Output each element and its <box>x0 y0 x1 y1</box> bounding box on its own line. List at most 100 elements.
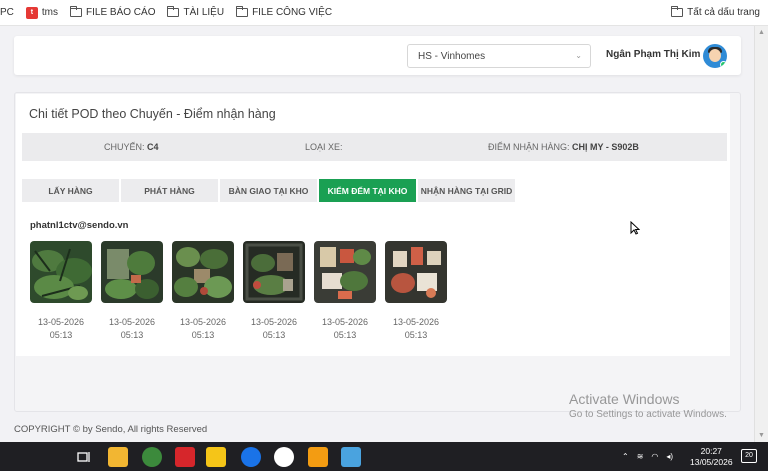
watermark-subtitle: Go to Settings to activate Windows. <box>569 409 727 420</box>
taskbar-clock[interactable]: 20:27 13/05/2026 <box>690 446 733 468</box>
info-bar: CHUYẾN: C4 LOẠI XE: ĐIỂM NHẬN HÀNG: CHỊ … <box>22 133 727 161</box>
photo-date: 13-05-2026 <box>37 317 85 327</box>
tab-phat-hang[interactable]: PHÁT HÀNG <box>121 179 218 202</box>
vehicle-label: LOẠI XE: <box>305 142 343 152</box>
scroll-down-icon[interactable]: ▼ <box>758 432 765 439</box>
photo-item[interactable]: 13-05-2026 05:13 <box>101 241 163 342</box>
scroll-up-icon[interactable]: ▲ <box>758 29 765 36</box>
trip-info: CHUYẾN: C4 <box>104 142 159 152</box>
photo-time: 05:13 <box>49 330 73 340</box>
task-view-icon[interactable] <box>74 447 94 467</box>
bookmark-label: tms <box>41 7 59 18</box>
site-select[interactable]: HS - Vinhomes ⌄ <box>407 44 591 68</box>
notification-count: 20 <box>745 452 753 459</box>
online-status-icon <box>720 61 727 68</box>
bookmark-label: FILE CÔNG VIỆC <box>252 7 333 18</box>
photo-item[interactable]: 13-05-2026 05:13 <box>172 241 234 342</box>
site-select-value: HS - Vinhomes <box>418 51 486 62</box>
photo-gallery: 13-05-2026 05:13 13-05-2026 05:13 13-05-… <box>30 241 447 342</box>
user-name[interactable]: Ngân Phạm Thị Kim <box>606 49 700 60</box>
uploader-email: phatnl1ctv@sendo.vn <box>30 220 129 231</box>
bookmark-label: FILE BÁO CÁO <box>86 7 156 18</box>
photo-timestamp: 13-05-2026 05:13 <box>30 316 92 342</box>
folder-icon <box>670 6 684 17</box>
photo-timestamp: 13-05-2026 05:13 <box>172 316 234 342</box>
main-card: Chi tiết POD theo Chuyến - Điểm nhận hàn… <box>14 92 741 412</box>
photo-thumbnail[interactable] <box>314 241 376 303</box>
photo-item[interactable]: 13-05-2026 05:13 <box>314 241 376 342</box>
tab-lay-hang[interactable]: LẤY HÀNG <box>22 179 119 202</box>
mouse-cursor-icon <box>630 221 640 235</box>
photo-date: 13-05-2026 <box>392 317 440 327</box>
photo-thumbnail[interactable] <box>30 241 92 303</box>
clock-date: 13/05/2026 <box>690 457 733 467</box>
photo-timestamp: 13-05-2026 05:13 <box>101 316 163 342</box>
photo-timestamp: 13-05-2026 05:13 <box>385 316 447 342</box>
bookmark-pc[interactable]: PC <box>0 7 14 18</box>
photo-item[interactable]: 13-05-2026 05:13 <box>243 241 305 342</box>
notification-center-icon[interactable]: 20 <box>741 449 757 463</box>
photo-thumbnail[interactable] <box>385 241 447 303</box>
photo-time: 05:13 <box>404 330 428 340</box>
photo-thumbnail[interactable] <box>101 241 163 303</box>
bookmarks-bar: PC t tms FILE BÁO CÁO TÀI LIỆU FILE CÔNG… <box>0 0 768 26</box>
header-card: HS - Vinhomes ⌄ Ngân Phạm Thị Kim <box>14 36 741 75</box>
bookmark-label: TÀI LIỆU <box>183 7 225 18</box>
photo-date: 13-05-2026 <box>250 317 298 327</box>
tab-ban-giao-tai-kho[interactable]: BÀN GIAO TẠI KHO <box>220 179 317 202</box>
photo-time: 05:13 <box>191 330 215 340</box>
bookmark-tai-lieu[interactable]: TÀI LIỆU <box>167 6 225 18</box>
activate-windows-watermark: Activate Windows Go to Settings to activ… <box>569 391 727 420</box>
file-explorer-icon[interactable] <box>108 447 128 467</box>
photo-item[interactable]: 13-05-2026 05:13 <box>30 241 92 342</box>
network-icon[interactable]: ≋ <box>637 452 644 461</box>
tab-kiem-dem-tai-kho[interactable]: KIỂM ĐẾM TẠI KHO <box>319 179 416 202</box>
photo-time: 05:13 <box>120 330 144 340</box>
trip-label: CHUYẾN: <box>104 142 145 152</box>
vehicle-info: LOẠI XE: <box>305 142 343 152</box>
volume-icon[interactable]: ◂) <box>666 452 673 461</box>
photo-date: 13-05-2026 <box>108 317 156 327</box>
avatar-face <box>709 49 721 62</box>
bookmark-tms[interactable]: t tms <box>25 6 59 19</box>
sticky-notes-icon[interactable] <box>206 447 226 467</box>
bookmark-file-bao-cao[interactable]: FILE BÁO CÁO <box>69 6 156 18</box>
folder-icon <box>167 6 180 17</box>
page-title: Chi tiết POD theo Chuyến - Điểm nhận hàn… <box>29 107 276 121</box>
chrome-icon[interactable] <box>142 447 162 467</box>
photo-timestamp: 13-05-2026 05:13 <box>314 316 376 342</box>
chevron-down-icon: ⌄ <box>575 51 582 60</box>
photo-thumbnail[interactable] <box>172 241 234 303</box>
app-icon[interactable] <box>308 447 328 467</box>
photo-date: 13-05-2026 <box>179 317 227 327</box>
wifi-icon[interactable]: ◠ <box>651 452 658 461</box>
page-scrollbar[interactable]: ▲ ▼ <box>754 26 768 442</box>
point-value: CHỊ MY - S902B <box>572 142 639 152</box>
pod-detail-panel: Chi tiết POD theo Chuyến - Điểm nhận hàn… <box>16 94 730 356</box>
bookmark-label: PC <box>0 7 14 18</box>
clock-time: 20:27 <box>700 446 722 456</box>
folder-icon <box>69 6 83 17</box>
notepad-icon[interactable] <box>341 447 361 467</box>
avatar[interactable] <box>703 44 727 68</box>
tab-nhan-hang-tai-grid[interactable]: NHẬN HÀNG TẠI GRID <box>418 179 515 202</box>
photo-time: 05:13 <box>262 330 286 340</box>
all-bookmarks[interactable]: Tất cả dấu trang <box>670 6 760 18</box>
point-label: ĐIỂM NHẬN HÀNG: <box>488 142 570 152</box>
point-info: ĐIỂM NHẬN HÀNG: CHỊ MY - S902B <box>488 142 639 152</box>
watermark-title: Activate Windows <box>569 391 680 407</box>
all-bookmarks-label: Tất cả dấu trang <box>687 7 760 18</box>
zalo-icon[interactable] <box>241 447 261 467</box>
photo-thumbnail[interactable] <box>243 241 305 303</box>
photo-timestamp: 13-05-2026 05:13 <box>243 316 305 342</box>
coccoc-icon[interactable] <box>274 447 294 467</box>
photo-date: 13-05-2026 <box>321 317 369 327</box>
tray-expand-icon[interactable]: ⌃ <box>622 452 629 461</box>
wps-icon[interactable] <box>175 447 195 467</box>
windows-taskbar: ⌃ ≋ ◠ ◂) 20:27 13/05/2026 20 <box>0 442 768 471</box>
footer-copyright: COPYRIGHT © by Sendo, All rights Reserve… <box>14 424 208 435</box>
bookmark-file-cong-viec[interactable]: FILE CÔNG VIỆC <box>235 6 333 18</box>
trip-value: C4 <box>147 142 159 152</box>
photo-time: 05:13 <box>333 330 357 340</box>
photo-item[interactable]: 13-05-2026 05:13 <box>385 241 447 342</box>
